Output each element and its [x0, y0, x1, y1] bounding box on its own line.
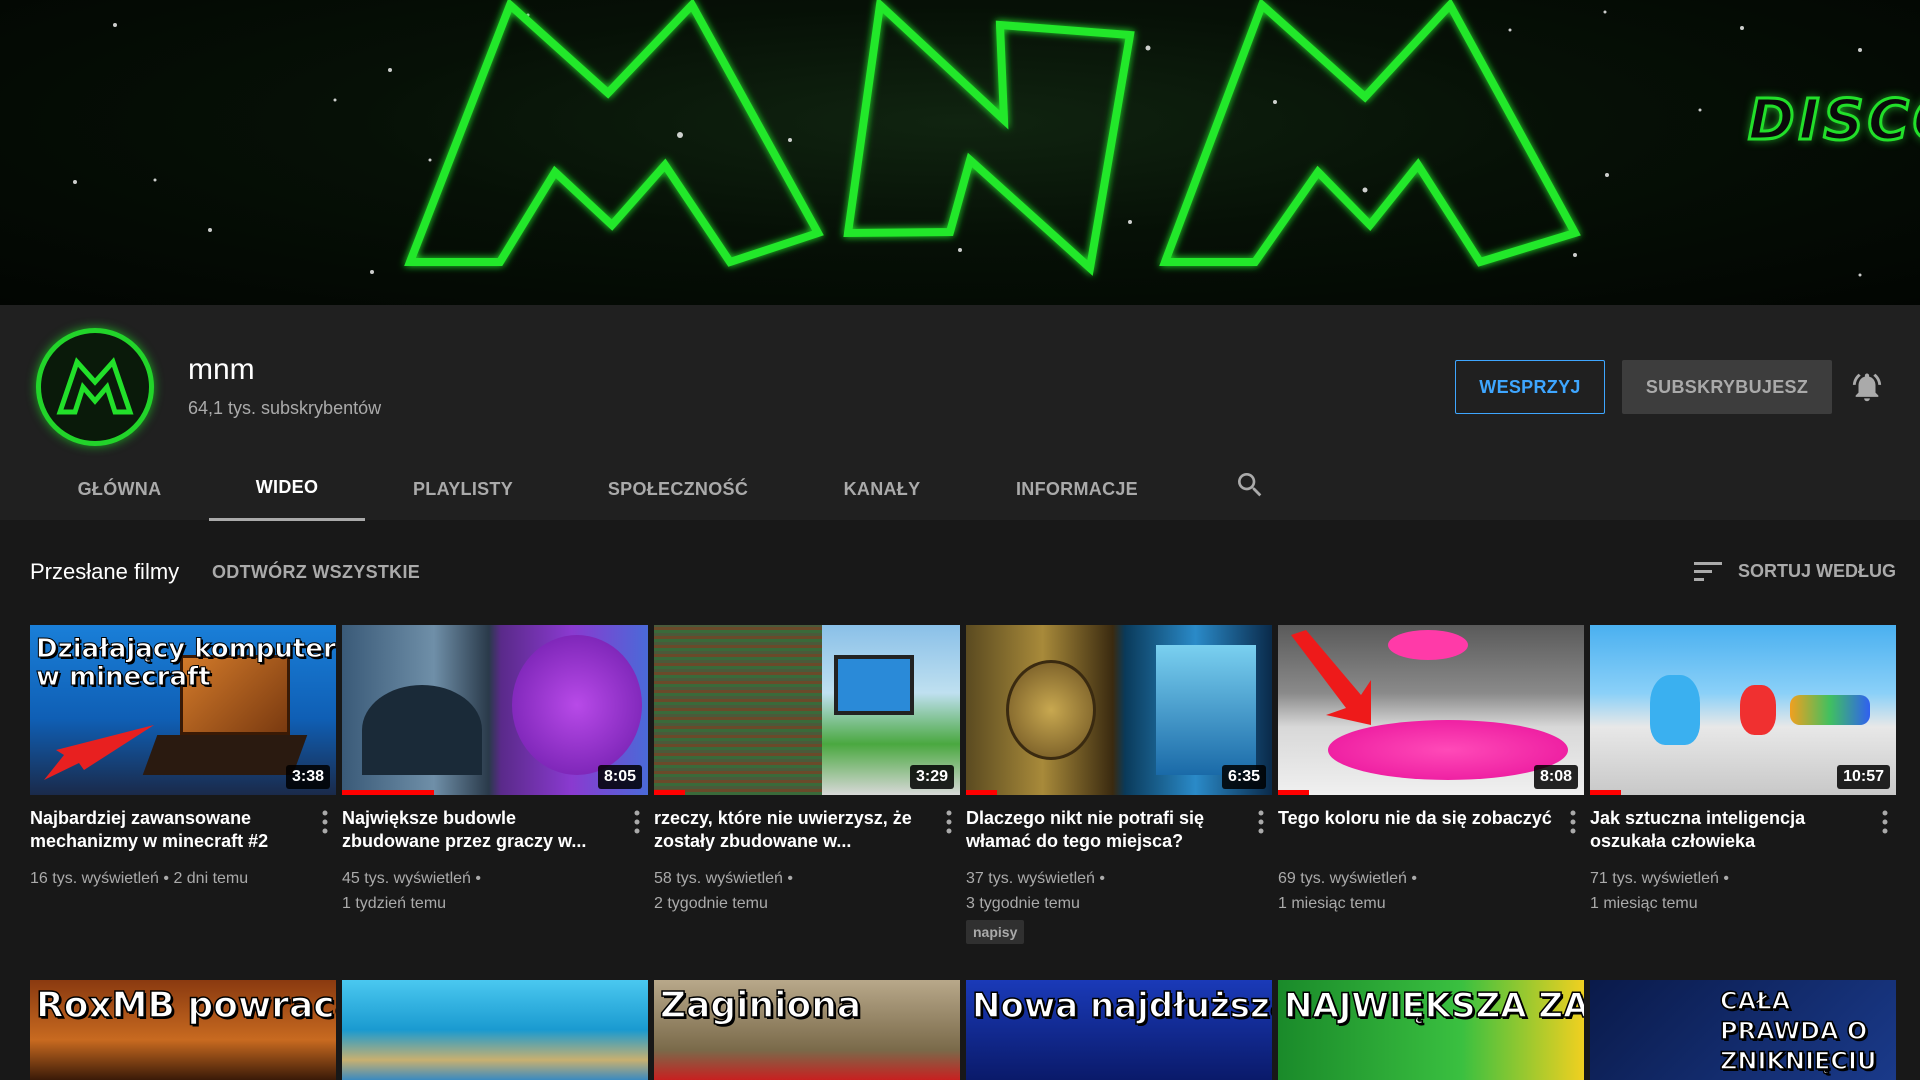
video-duration: 8:05	[597, 765, 642, 789]
red-arrow-icon	[44, 725, 154, 780]
more-vert-icon[interactable]	[630, 809, 644, 835]
channel-header: mnm 64,1 tys. subskrybentów WESPRZYJ SUB…	[0, 305, 1920, 521]
view-count: 69 tys. wyświetleń	[1278, 870, 1407, 887]
thumbnail-text: Działający komputer w minecraft	[36, 634, 337, 692]
thumbnail-text: Nowa najdłuższa Reklama na świecie	[971, 985, 1272, 1027]
upload-age: 1 tydzień temu	[342, 895, 447, 912]
video-duration: 6:35	[1221, 765, 1266, 789]
video-duration: 10:57	[1837, 765, 1890, 789]
channel-tabs: GŁÓWNA WIDEO PLAYLISTY SPOŁECZNOŚĆ KANAŁ…	[0, 457, 1280, 521]
view-count: 45 tys. wyświetleń	[342, 870, 471, 887]
sort-icon	[1694, 562, 1722, 581]
video-title[interactable]: Tego koloru nie da się zobaczyć	[1278, 807, 1554, 830]
subtitles-badge: napisy	[966, 920, 1025, 944]
watch-progress	[1278, 790, 1309, 795]
video-thumbnail[interactable]: 6:35	[966, 625, 1272, 795]
video-card[interactable]: 8:05 Największe budowle zbudowane przez …	[342, 625, 648, 912]
search-icon[interactable]	[1234, 469, 1266, 501]
video-duration: 8:08	[1533, 765, 1578, 789]
support-button[interactable]: WESPRZYJ	[1455, 360, 1605, 414]
tab-channels[interactable]: KANAŁY	[830, 457, 934, 521]
video-meta: 16 tys. wyświetleń • 2 dni temu	[30, 870, 249, 887]
view-count: 16 tys. wyświetleń	[30, 870, 159, 887]
watch-progress	[1590, 790, 1621, 795]
video-thumbnail[interactable]: 8:08	[1278, 625, 1584, 795]
view-count: 58 tys. wyświetleń	[654, 870, 783, 887]
video-duration: 3:38	[285, 765, 330, 789]
more-vert-icon[interactable]	[1254, 809, 1268, 835]
upload-age: 2 dni temu	[173, 870, 249, 887]
video-thumbnail[interactable]: CAŁA PRAWDA O ZNIKNIĘCIU RoxMB	[1590, 980, 1896, 1080]
video-thumbnail[interactable]: 3:29	[654, 625, 960, 795]
video-thumbnail[interactable]: 10:57	[1590, 625, 1896, 795]
video-card[interactable]: 8:08 Tego koloru nie da się zobaczyć 69 …	[1278, 625, 1584, 912]
video-card[interactable]: Działający komputer w minecraft 3:38 Naj…	[30, 625, 336, 887]
video-thumbnail[interactable]: Nowa najdłuższa Reklama na świecie	[966, 980, 1272, 1080]
upload-age: 1 miesiąc temu	[1278, 895, 1386, 912]
tab-community[interactable]: SPOŁECZNOŚĆ	[594, 457, 762, 521]
more-vert-icon[interactable]	[1878, 809, 1892, 835]
view-count: 71 tys. wyświetleń	[1590, 870, 1719, 887]
watch-progress	[342, 790, 434, 795]
video-card[interactable]: 3:29 rzeczy, które nie uwierzysz, że zos…	[654, 625, 960, 912]
subscriber-count: 64,1 tys. subskrybentów	[188, 398, 382, 418]
video-title[interactable]: Największe budowle zbudowane przez gracz…	[342, 807, 618, 853]
watch-progress	[966, 790, 997, 795]
watch-progress	[654, 790, 685, 795]
tab-home[interactable]: GŁÓWNA	[62, 457, 177, 521]
channel-banner: DISCO	[0, 0, 1920, 305]
view-count: 37 tys. wyświetleń	[966, 870, 1095, 887]
upload-age: 3 tygodnie temu	[966, 895, 1080, 912]
video-meta: 69 tys. wyświetleń • 1 miesiąc temu	[1278, 870, 1417, 912]
thumbnail-text: NAJWIĘKSZA ZAGADKA	[1283, 985, 1584, 1027]
video-thumbnail[interactable]: RoxMB powraca	[30, 980, 336, 1080]
video-thumbnail[interactable]: Działający komputer w minecraft 3:38	[30, 625, 336, 795]
thumbnail-text: CAŁA PRAWDA O ZNIKNIĘCIU RoxMB	[1719, 986, 1877, 1080]
video-thumbnail[interactable]: NAJWIĘKSZA ZAGADKA	[1278, 980, 1584, 1080]
video-title[interactable]: Jak sztuczna inteligencja oszukała człow…	[1590, 807, 1866, 853]
tab-videos[interactable]: WIDEO	[209, 457, 365, 521]
video-meta: 45 tys. wyświetleń • 1 tydzień temu	[342, 870, 481, 912]
video-thumbnail[interactable]: 8:05	[342, 625, 648, 795]
video-thumbnail[interactable]	[342, 980, 648, 1080]
more-vert-icon[interactable]	[1566, 809, 1580, 835]
channel-name: mnm	[188, 353, 255, 386]
video-title[interactable]: Najbardziej zawansowane mechanizmy w min…	[30, 807, 306, 853]
more-vert-icon[interactable]	[942, 809, 956, 835]
sort-button[interactable]: SORTUJ WEDŁUG	[1694, 557, 1896, 585]
thumbnail-text: RoxMB powraca	[35, 985, 336, 1027]
thumbnail-text: Zaginiona	[659, 985, 862, 1027]
subscribed-button[interactable]: SUBSKRYBUJESZ	[1622, 360, 1832, 414]
uploads-title: Przesłane filmy	[30, 559, 180, 584]
video-meta: 37 tys. wyświetleń • 3 tygodnie temu	[966, 870, 1105, 912]
banner-side-text: DISCO	[1746, 87, 1920, 155]
banner-art	[73, 0, 1862, 277]
upload-age: 1 miesiąc temu	[1590, 895, 1698, 912]
video-meta: 58 tys. wyświetleń • 2 tygodnie temu	[654, 870, 793, 912]
sort-label: SORTUJ WEDŁUG	[1738, 560, 1897, 581]
video-thumbnail[interactable]: Zaginiona	[654, 980, 960, 1080]
video-card[interactable]: 10:57 Jak sztuczna inteligencja oszukała…	[1590, 625, 1896, 912]
tab-about[interactable]: INFORMACJE	[1004, 457, 1150, 521]
video-card[interactable]: 6:35 Dlaczego nikt nie potrafi się włama…	[966, 625, 1272, 944]
video-meta: 71 tys. wyświetleń • 1 miesiąc temu	[1590, 870, 1729, 912]
avatar-logo-icon	[56, 357, 134, 415]
video-duration: 3:29	[909, 765, 954, 789]
bell-icon[interactable]	[1850, 370, 1884, 404]
play-all-button[interactable]: ODTWÓRZ WSZYSTKIE	[212, 562, 420, 583]
channel-avatar[interactable]	[36, 328, 154, 446]
video-title[interactable]: rzeczy, które nie uwierzysz, że zostały …	[654, 807, 930, 853]
tab-playlists[interactable]: PLAYLISTY	[400, 457, 526, 521]
more-vert-icon[interactable]	[318, 809, 332, 835]
red-arrow-icon	[1291, 630, 1371, 725]
upload-age: 2 tygodnie temu	[654, 895, 768, 912]
video-title[interactable]: Dlaczego nikt nie potrafi się włamać do …	[966, 807, 1242, 853]
